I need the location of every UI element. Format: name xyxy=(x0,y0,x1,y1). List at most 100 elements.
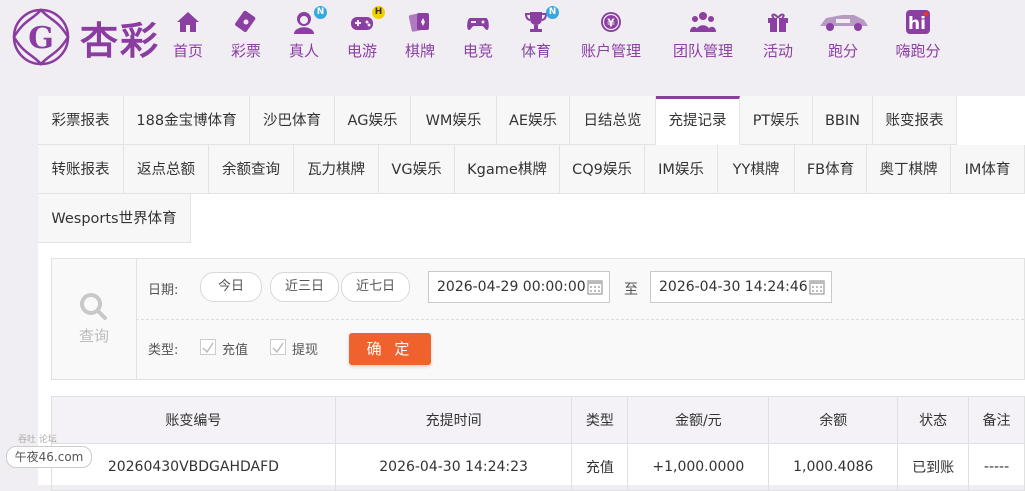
nav-hi-run-score[interactable]: hi 嗨跑分 xyxy=(890,10,946,70)
records-table: 账变编号 充提时间 类型 金额/元 余额 状态 备注 20260430VBDGA… xyxy=(51,396,1025,491)
nav-label: 团队管理 xyxy=(672,42,733,60)
cell-balance: 1,000.4086 xyxy=(768,443,899,491)
tab-im[interactable]: IM娱乐 xyxy=(645,145,718,194)
nav-label: 账户管理 xyxy=(580,42,641,60)
tab-transfer-report[interactable]: 转账报表 xyxy=(38,145,124,194)
top-header: G 杏彩 首页 彩票 N 真人 H 电游 棋牌 电竞 N 体育 ¥ 账户管理 团… xyxy=(0,0,1025,80)
end-date-value: 2026-04-30 14:24:46 xyxy=(659,279,808,295)
tab-bbin[interactable]: BBIN xyxy=(813,96,873,145)
tab-pt[interactable]: PT娱乐 xyxy=(740,96,813,145)
nav-sports[interactable]: N 体育 xyxy=(518,6,559,70)
tab-vg[interactable]: VG娱乐 xyxy=(379,145,455,194)
check-icon xyxy=(202,342,214,354)
date-row: 日期: 今日 近三日 近七日 2026-04-29 00:00:00 至 202… xyxy=(136,259,1024,320)
tab-balance-query[interactable]: 余额查询 xyxy=(209,145,294,194)
start-date-input[interactable]: 2026-04-29 00:00:00 xyxy=(428,271,610,303)
check-icon xyxy=(272,342,284,354)
filter-box: 查询 日期: 今日 近三日 近七日 2026-04-29 00:00:00 至 … xyxy=(51,258,1025,380)
controller-icon xyxy=(467,18,489,30)
nav-home[interactable]: 首页 xyxy=(170,10,206,70)
tab-im-sports[interactable]: IM体育 xyxy=(951,145,1025,194)
nav-account[interactable]: ¥ 账户管理 xyxy=(576,10,646,70)
nav-lottery[interactable]: 彩票 xyxy=(228,10,264,70)
nav-esports[interactable]: 电竞 xyxy=(460,10,496,70)
last-seven-days-button[interactable]: 近七日 xyxy=(341,272,411,302)
tab-cq9[interactable]: CQ9娱乐 xyxy=(560,145,645,194)
deposit-checkbox[interactable] xyxy=(200,339,216,355)
tab-balance-change[interactable]: 账变报表 xyxy=(873,96,957,145)
cell-time: 2026-04-30 14:24:23 xyxy=(334,443,573,491)
nav-team[interactable]: 团队管理 xyxy=(668,10,738,70)
last-three-days-button[interactable]: 近三日 xyxy=(270,272,340,302)
nav-label: 彩票 xyxy=(230,42,261,60)
report-tabs: 彩票报表 188金宝博体育 沙巴体育 AG娱乐 WM娱乐 AE娱乐 日结总览 充… xyxy=(38,96,1025,246)
tab-fb-sports[interactable]: FB体育 xyxy=(795,145,867,194)
car-icon xyxy=(820,15,868,31)
svg-text:¥: ¥ xyxy=(607,17,615,30)
calendar-icon[interactable] xyxy=(809,279,825,295)
cell-remark: ----- xyxy=(968,443,1025,491)
brand-name[interactable]: 杏彩 xyxy=(80,10,160,65)
tab-wm[interactable]: WM娱乐 xyxy=(411,96,497,145)
team-icon xyxy=(690,12,716,32)
tab-ae[interactable]: AE娱乐 xyxy=(497,96,570,145)
cell-id: 20260430VBDGAHDAFD xyxy=(51,443,336,491)
calendar-icon[interactable] xyxy=(587,279,603,295)
start-date-value: 2026-04-29 00:00:00 xyxy=(437,279,586,295)
nav-label: 活动 xyxy=(762,42,793,60)
nav-activity[interactable]: 活动 xyxy=(760,10,796,70)
search-label: 查询 xyxy=(78,327,109,345)
home-icon xyxy=(177,12,199,32)
type-row: 类型: 充值 提现 确 定 xyxy=(136,319,1024,379)
report-panel: 彩票报表 188金宝博体育 沙巴体育 AG娱乐 WM娱乐 AE娱乐 日结总览 充… xyxy=(38,96,1025,491)
cards-icon xyxy=(408,13,429,32)
tab-daily-overview[interactable]: 日结总览 xyxy=(570,96,656,145)
deposit-label: 充值 xyxy=(222,343,249,358)
tab-kgame-chess[interactable]: Kgame棋牌 xyxy=(455,145,560,194)
col-header-balance: 余额 xyxy=(768,396,899,444)
col-header-id: 账变编号 xyxy=(51,396,336,444)
nav-label: 真人 xyxy=(288,42,319,60)
cell-amount: +1,000.0000 xyxy=(627,443,770,491)
confirm-button[interactable]: 确 定 xyxy=(349,333,431,365)
svg-text:hi: hi xyxy=(908,14,926,34)
col-header-amount: 金额/元 xyxy=(627,396,770,444)
flower-logo-icon[interactable]: G xyxy=(10,6,72,68)
watermark-top: 吞吐 论坛 xyxy=(18,435,57,445)
tab-wali-chess[interactable]: 瓦力棋牌 xyxy=(294,145,379,194)
tab-deposit-withdraw[interactable]: 充提记录 xyxy=(656,96,740,145)
withdraw-checkbox[interactable] xyxy=(270,339,286,355)
cell-status: 已到账 xyxy=(897,443,970,491)
tab-saba-sports[interactable]: 沙巴体育 xyxy=(250,96,335,145)
nav-chess[interactable]: 棋牌 xyxy=(402,10,438,70)
tab-rebate-total[interactable]: 返点总额 xyxy=(124,145,209,194)
table-header-row: 账变编号 充提时间 类型 金额/元 余额 状态 备注 xyxy=(51,396,1025,444)
search-area[interactable]: 查询 xyxy=(52,259,137,379)
tab-wesports[interactable]: Wesports世界体育 xyxy=(38,194,191,243)
nav-egame[interactable]: H 电游 xyxy=(344,6,385,70)
nav-label: 电游 xyxy=(346,42,377,60)
tab-lottery-report[interactable]: 彩票报表 xyxy=(38,96,124,145)
nav-live[interactable]: N 真人 xyxy=(286,6,327,70)
date-label: 日期: xyxy=(148,283,179,298)
col-header-time: 充提时间 xyxy=(334,396,573,444)
end-date-input[interactable]: 2026-04-30 14:24:46 xyxy=(650,271,832,303)
table-row[interactable]: 20260430VBDGAHDAFD 2026-04-30 14:24:23 充… xyxy=(51,443,1025,491)
col-header-status: 状态 xyxy=(897,396,970,444)
tab-188-sports[interactable]: 188金宝博体育 xyxy=(124,96,250,145)
hot-badge: H xyxy=(372,6,385,19)
svg-text:G: G xyxy=(28,21,54,56)
new-badge: N xyxy=(314,6,327,19)
nav-label: 跑分 xyxy=(827,42,858,60)
tab-odin-chess[interactable]: 奥丁棋牌 xyxy=(867,145,951,194)
today-button[interactable]: 今日 xyxy=(200,272,262,302)
lottery-ticket-icon xyxy=(235,10,256,33)
nav-run-score[interactable]: 跑分 xyxy=(814,10,872,70)
nav-label: 电竞 xyxy=(462,42,493,60)
hi-icon: hi xyxy=(906,10,930,34)
gift-icon xyxy=(768,13,788,32)
tab-ag[interactable]: AG娱乐 xyxy=(335,96,411,145)
tab-yy-chess[interactable]: YY棋牌 xyxy=(718,145,795,194)
col-header-remark: 备注 xyxy=(968,396,1025,444)
watermark-badge: 午夜46.com xyxy=(6,446,92,468)
